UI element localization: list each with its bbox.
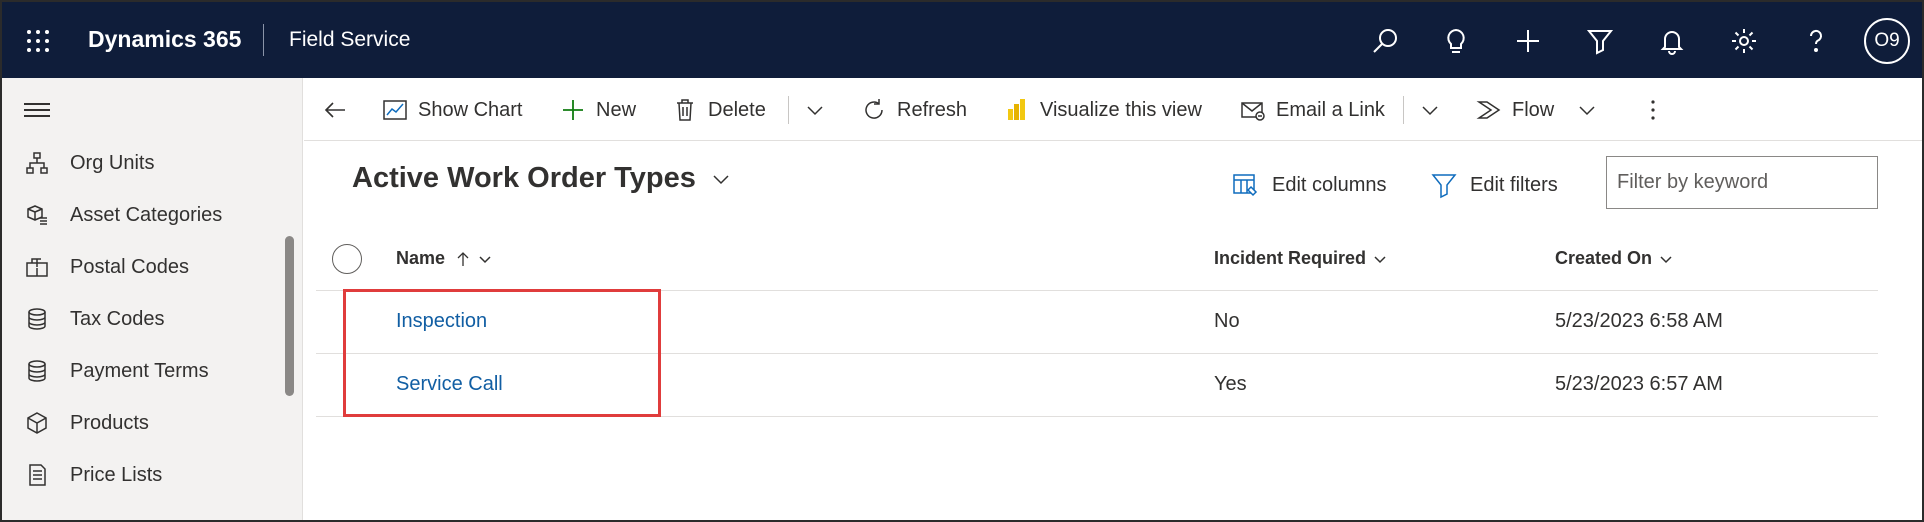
- email-link-icon: [1241, 102, 1265, 121]
- command-separator: [788, 96, 789, 124]
- created-on-cell: 5/23/2023 6:57 AM: [1555, 373, 1723, 395]
- search-icon[interactable]: [1368, 24, 1402, 58]
- delete-button[interactable]: Delete: [672, 92, 766, 128]
- more-vertical-icon: [1651, 100, 1655, 120]
- plus-icon: [563, 100, 583, 120]
- help-icon[interactable]: [1799, 24, 1833, 58]
- view-title: Active Work Order Types: [352, 162, 696, 194]
- visualize-view-label: Visualize this view: [1040, 98, 1202, 121]
- sort-ascending-icon: [457, 251, 469, 266]
- sidebar-item-org-units[interactable]: Org Units: [24, 143, 274, 183]
- column-header-name[interactable]: Name: [396, 248, 493, 269]
- select-all-checkbox[interactable]: [332, 244, 362, 274]
- delete-more-dropdown[interactable]: [804, 92, 836, 128]
- postal-codes-icon: [24, 254, 50, 280]
- visualize-view-button[interactable]: Visualize this view: [1004, 92, 1202, 128]
- flow-icon: [1476, 101, 1501, 119]
- gear-icon[interactable]: [1727, 24, 1761, 58]
- filter-icon: [1431, 174, 1457, 199]
- sidebar-item-label: Postal Codes: [70, 255, 189, 278]
- grid-header-row: Name Incident Required Created On: [316, 230, 1878, 291]
- command-separator: [1403, 96, 1404, 124]
- refresh-icon: [865, 99, 883, 119]
- incident-required-cell: No: [1214, 310, 1240, 332]
- view-selector[interactable]: Active Work Order Types: [352, 162, 732, 195]
- trash-icon: [677, 99, 693, 121]
- edit-columns-label: Edit columns: [1272, 173, 1387, 196]
- back-button[interactable]: [322, 92, 358, 128]
- chevron-down-icon: [1374, 255, 1386, 263]
- filter-icon[interactable]: [1583, 24, 1617, 58]
- column-header-incident-required[interactable]: Incident Required: [1214, 248, 1388, 269]
- chevron-down-icon: [1422, 106, 1438, 116]
- user-avatar[interactable]: O9: [1864, 18, 1910, 64]
- app-launcher-icon[interactable]: [26, 29, 50, 53]
- chart-icon: [383, 100, 407, 120]
- price-lists-icon: [24, 462, 50, 488]
- bell-icon[interactable]: [1655, 24, 1689, 58]
- sidebar-scrollbar[interactable]: [285, 236, 294, 396]
- sitemap-sidebar: Org Units Asset Categories Postal Codes …: [2, 78, 303, 520]
- chevron-down-icon: [1579, 106, 1595, 116]
- app-title[interactable]: Dynamics 365: [88, 26, 241, 53]
- chevron-down-icon: [1660, 255, 1672, 263]
- payment-terms-icon: [24, 358, 50, 384]
- app-frame: Dynamics 365 Field Service O9 Org Units …: [0, 0, 1924, 522]
- incident-required-cell: Yes: [1214, 373, 1247, 395]
- sidebar-item-label: Org Units: [70, 151, 155, 174]
- products-icon: [24, 410, 50, 436]
- sidebar-item-postal-codes[interactable]: Postal Codes: [24, 247, 274, 287]
- app-module-name[interactable]: Field Service: [289, 28, 410, 52]
- edit-columns-button[interactable]: Edit columns: [1232, 168, 1387, 202]
- email-link-label: Email a Link: [1276, 98, 1385, 121]
- powerbi-icon: [1008, 99, 1025, 120]
- filter-keyword-input[interactable]: [1606, 156, 1878, 209]
- sidebar-item-label: Price Lists: [70, 463, 163, 486]
- column-header-created-on[interactable]: Created On: [1555, 248, 1674, 269]
- org-units-icon: [24, 150, 50, 176]
- new-button[interactable]: New: [560, 92, 636, 128]
- tax-codes-icon: [24, 306, 50, 332]
- title-separator: [263, 24, 264, 56]
- asset-categories-icon: [24, 202, 50, 228]
- more-commands-button[interactable]: [1640, 92, 1676, 128]
- flow-dropdown[interactable]: [1576, 92, 1608, 128]
- email-link-button[interactable]: Email a Link: [1240, 92, 1385, 128]
- column-header-label: Incident Required: [1214, 248, 1367, 268]
- chevron-down-icon: [713, 174, 729, 184]
- sidebar-item-label: Payment Terms: [70, 359, 209, 382]
- highlight-annotation-box: [343, 289, 661, 417]
- edit-columns-icon: [1233, 174, 1258, 197]
- chevron-down-icon: [807, 106, 823, 116]
- edit-filters-label: Edit filters: [1470, 173, 1558, 196]
- command-bar: Show Chart New Delete Refresh Visualize …: [304, 78, 1922, 141]
- created-on-cell: 5/23/2023 6:58 AM: [1555, 310, 1723, 332]
- flow-button[interactable]: Flow: [1476, 92, 1554, 128]
- column-header-label: Created On: [1555, 248, 1653, 268]
- column-header-label: Name: [396, 248, 446, 268]
- sidebar-item-products[interactable]: Products: [24, 403, 274, 443]
- hamburger-menu-icon[interactable]: [24, 100, 50, 120]
- sidebar-item-label: Products: [70, 411, 149, 434]
- show-chart-button[interactable]: Show Chart: [382, 92, 523, 128]
- chevron-down-icon: [479, 255, 491, 263]
- refresh-button[interactable]: Refresh: [861, 92, 967, 128]
- lightbulb-icon[interactable]: [1439, 24, 1473, 58]
- show-chart-label: Show Chart: [418, 98, 523, 121]
- sidebar-item-label: Asset Categories: [70, 203, 223, 226]
- delete-label: Delete: [708, 98, 766, 121]
- sidebar-item-payment-terms[interactable]: Payment Terms: [24, 351, 274, 391]
- edit-filters-button[interactable]: Edit filters: [1430, 168, 1558, 202]
- flow-label: Flow: [1512, 98, 1555, 121]
- refresh-label: Refresh: [897, 98, 968, 121]
- new-label: New: [596, 98, 637, 121]
- sidebar-item-tax-codes[interactable]: Tax Codes: [24, 299, 274, 339]
- top-nav-bar: Dynamics 365 Field Service O9: [2, 2, 1922, 78]
- sidebar-item-asset-categories[interactable]: Asset Categories: [24, 195, 274, 235]
- back-arrow-icon: [324, 102, 345, 118]
- email-more-dropdown[interactable]: [1419, 92, 1451, 128]
- plus-icon[interactable]: [1511, 24, 1545, 58]
- sidebar-item-price-lists[interactable]: Price Lists: [24, 455, 274, 495]
- sidebar-item-label: Tax Codes: [70, 307, 165, 330]
